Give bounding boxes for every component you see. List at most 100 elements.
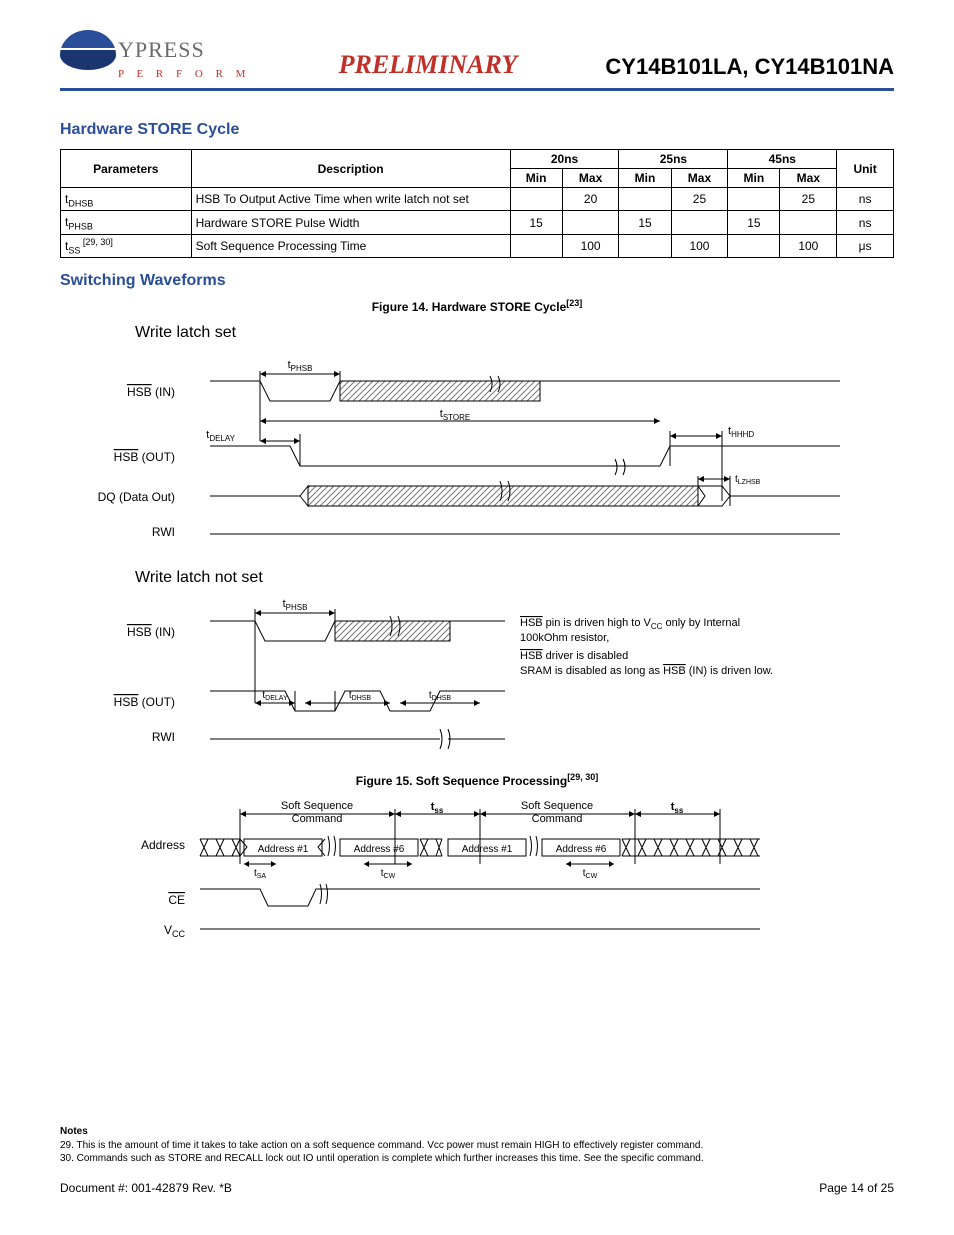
wave-title-write-latch-set: Write latch set [135, 324, 894, 342]
svg-text:Soft Sequence: Soft Sequence [281, 800, 353, 812]
section-hardware-store-cycle: Hardware STORE Cycle [60, 121, 894, 139]
svg-text:VCC: VCC [164, 923, 186, 939]
th-20ns: 20ns [510, 150, 619, 169]
page-footer: Document #: 001-42879 Rev. *B Page 14 of… [60, 1181, 894, 1195]
svg-text:tHHHD: tHHHD [728, 425, 754, 439]
svg-text:tDELAY: tDELAY [206, 429, 235, 443]
th-parameters: Parameters [61, 150, 192, 188]
notes-block: Notes 29. This is the amount of time it … [60, 1126, 704, 1166]
svg-text:tss: tss [431, 801, 444, 815]
cell-value [562, 211, 619, 234]
th-max: Max [562, 169, 619, 188]
svg-text:HSB (IN): HSB (IN) [127, 625, 175, 639]
globe-icon [60, 30, 116, 70]
svg-text:Address #1: Address #1 [258, 844, 309, 855]
cell-value: 100 [671, 234, 728, 257]
svg-text:tPHSB: tPHSB [283, 598, 308, 612]
cell-value: 15 [728, 211, 780, 234]
cell-desc: HSB To Output Active Time when write lat… [191, 188, 510, 211]
cell-value [510, 234, 562, 257]
doc-number: Document #: 001-42879 Rev. *B [60, 1181, 232, 1195]
cell-value: 25 [671, 188, 728, 211]
brand-name: YPRESS [118, 37, 205, 63]
cell-unit: ns [837, 188, 894, 211]
svg-text:tCW: tCW [381, 868, 396, 880]
svg-text:Command: Command [292, 813, 343, 825]
svg-text:tDHSB: tDHSB [349, 690, 372, 702]
cell-unit: μs [837, 234, 894, 257]
cell-value: 20 [562, 188, 619, 211]
th-unit: Unit [837, 150, 894, 188]
th-max: Max [671, 169, 728, 188]
logo-block: YPRESS P E R F O R M [60, 30, 250, 80]
table-row: tPHSB Hardware STORE Pulse Width 15 15 1… [61, 211, 894, 234]
cell-value [671, 211, 728, 234]
notes-heading: Notes [60, 1126, 704, 1139]
svg-text:HSB pin is driven high to VCC: HSB pin is driven high to VCC only by In… [520, 617, 740, 631]
svg-text:Command: Command [532, 813, 583, 825]
cell-value [619, 188, 671, 211]
svg-text:HSB (OUT): HSB (OUT) [114, 695, 175, 709]
th-max: Max [780, 169, 837, 188]
part-numbers: CY14B101LA, CY14B101NA [605, 54, 894, 80]
cell-value: 15 [510, 211, 562, 234]
svg-text:HSB driver is disabled: HSB driver is disabled [520, 650, 628, 662]
figure15-caption: Figure 15. Soft Sequence Processing[29, … [60, 772, 894, 788]
svg-text:HSB (IN): HSB (IN) [127, 385, 175, 399]
svg-text:CE: CE [168, 893, 185, 907]
cell-param: tDHSB [61, 188, 192, 211]
svg-text:Address #1: Address #1 [462, 844, 513, 855]
note-30: 30. Commands such as STORE and RECALL lo… [60, 1153, 704, 1166]
svg-text:tCW: tCW [583, 868, 598, 880]
cell-unit: ns [837, 211, 894, 234]
svg-text:tSTORE: tSTORE [440, 408, 470, 422]
note-29: 29. This is the amount of time it takes … [60, 1140, 704, 1153]
cell-value [510, 188, 562, 211]
svg-text:Address #6: Address #6 [354, 844, 405, 855]
cell-value: 25 [780, 188, 837, 211]
cell-value [728, 188, 780, 211]
th-min: Min [619, 169, 671, 188]
svg-text:Soft Sequence: Soft Sequence [521, 800, 593, 812]
page-number: Page 14 of 25 [819, 1181, 894, 1195]
waveform-figure14b: HSB (IN) tPHSB HSB pin is driven high to… [60, 591, 894, 764]
cell-value [728, 234, 780, 257]
waveform-figure15: Soft Sequence Command Soft Sequence Comm… [60, 794, 894, 957]
svg-text:tPHSB: tPHSB [288, 359, 313, 373]
cell-value: 100 [562, 234, 619, 257]
wave-title-write-latch-not-set: Write latch not set [135, 569, 894, 587]
figure14-caption: Figure 14. Hardware STORE Cycle[23] [60, 298, 894, 314]
table-row: tSS [29, 30] Soft Sequence Processing Ti… [61, 234, 894, 257]
svg-text:Address: Address [141, 838, 185, 852]
page-header: YPRESS P E R F O R M PRELIMINARY CY14B10… [60, 30, 894, 86]
svg-text:RWI: RWI [152, 525, 175, 539]
preliminary-label: PRELIMINARY [339, 50, 518, 80]
timing-table: Parameters Description 20ns 25ns 45ns Un… [60, 149, 894, 258]
svg-text:Address #6: Address #6 [556, 844, 607, 855]
brand-tagline: P E R F O R M [118, 68, 250, 80]
svg-text:SRAM is disabled as long as HS: SRAM is disabled as long as HSB (IN) is … [520, 665, 773, 677]
th-min: Min [728, 169, 780, 188]
svg-text:tSA: tSA [254, 868, 266, 880]
svg-text:tss: tss [671, 801, 684, 815]
svg-text:HSB (OUT): HSB (OUT) [114, 450, 175, 464]
cell-value: 100 [780, 234, 837, 257]
cell-value: 15 [619, 211, 671, 234]
cell-param: tPHSB [61, 211, 192, 234]
table-row: tDHSB HSB To Output Active Time when wri… [61, 188, 894, 211]
cell-param: tSS [29, 30] [61, 234, 192, 257]
cell-value [780, 211, 837, 234]
svg-text:tLZHSB: tLZHSB [735, 474, 761, 486]
th-min: Min [510, 169, 562, 188]
th-45ns: 45ns [728, 150, 837, 169]
svg-text:tDHSB: tDHSB [429, 690, 452, 702]
waveform-figure14a: HSB (IN) tPHSB tSTORE HSB (OUT) [60, 346, 894, 559]
header-rule [60, 88, 894, 91]
cell-desc: Soft Sequence Processing Time [191, 234, 510, 257]
svg-text:RWI: RWI [152, 730, 175, 744]
th-25ns: 25ns [619, 150, 728, 169]
section-switching-waveforms: Switching Waveforms [60, 272, 226, 290]
cell-desc: Hardware STORE Pulse Width [191, 211, 510, 234]
svg-text:tDELAY: tDELAY [262, 690, 288, 702]
svg-text:DQ (Data Out): DQ (Data Out) [98, 490, 175, 504]
